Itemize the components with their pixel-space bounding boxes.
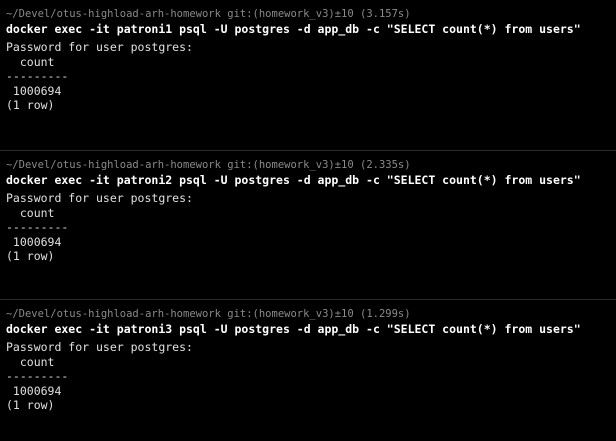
output-line: count — [6, 354, 55, 369]
output-line: Password for user postgres: — [6, 191, 193, 205]
output-line: count — [6, 205, 55, 220]
command-block: ~/Devel/otus-highload-arh-homework git:(… — [0, 0, 616, 142]
output-line: (1 row) — [6, 398, 55, 412]
output-line: --------- — [6, 69, 69, 83]
command-block: ~/Devel/otus-highload-arh-homework git:(… — [0, 299, 616, 441]
command-line[interactable]: docker exec -it patroni3 psql -U postgre… — [6, 322, 610, 337]
output-line: (1 row) — [6, 249, 55, 263]
shell-prompt: ~/Devel/otus-highload-arh-homework git:(… — [6, 159, 411, 171]
output-line: 1000694 — [6, 83, 62, 98]
terminal-window[interactable]: ~/Devel/otus-highload-arh-homework git:(… — [0, 0, 616, 425]
command-line[interactable]: docker exec -it patroni2 psql -U postgre… — [6, 173, 610, 188]
output-line: 1000694 — [6, 383, 62, 398]
output-line: --------- — [6, 220, 69, 234]
shell-prompt: ~/Devel/otus-highload-arh-homework git:(… — [6, 308, 411, 320]
output-line: --------- — [6, 369, 69, 383]
output-line: Password for user postgres: — [6, 40, 193, 54]
output-line: 1000694 — [6, 234, 62, 249]
output-line: (1 row) — [6, 98, 55, 112]
command-block: ~/Devel/otus-highload-arh-homework git:(… — [0, 150, 616, 292]
shell-prompt: ~/Devel/otus-highload-arh-homework git:(… — [6, 8, 411, 20]
output-line: count — [6, 54, 55, 69]
command-line[interactable]: docker exec -it patroni1 psql -U postgre… — [6, 22, 610, 37]
output-line: Password for user postgres: — [6, 340, 193, 354]
